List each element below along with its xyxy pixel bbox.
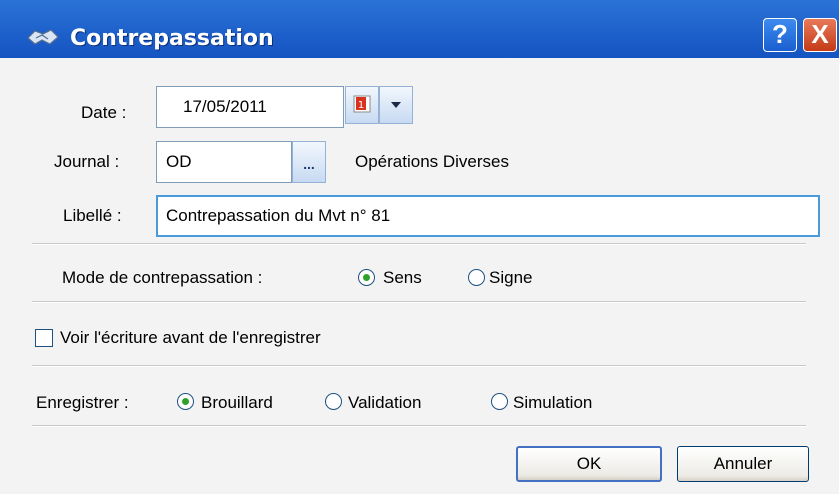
help-button[interactable]: ? [763, 18, 797, 52]
date-field[interactable]: 17/05/2011 [156, 86, 344, 128]
validation-label[interactable]: Validation [348, 393, 421, 413]
preview-checkbox[interactable] [35, 329, 53, 347]
validation-radio[interactable] [325, 393, 342, 410]
preview-label[interactable]: Voir l'écriture avant de l'enregistrer [60, 328, 321, 348]
calendar-icon: 1 [351, 95, 373, 119]
journal-browse-button[interactable]: ... [292, 141, 326, 183]
simulation-label[interactable]: Simulation [513, 393, 592, 413]
mode-signe-radio[interactable] [468, 269, 485, 286]
enregistrer-label: Enregistrer : [36, 393, 129, 412]
date-label: Date : [81, 103, 127, 122]
brouillard-radio[interactable] [177, 393, 194, 410]
mode-label: Mode de contrepassation : [62, 268, 263, 287]
svg-text:1: 1 [358, 100, 364, 111]
divider [32, 301, 806, 303]
libelle-input[interactable]: Contrepassation du Mvt n° 81 [156, 195, 820, 237]
calendar-button[interactable]: 1 [345, 86, 379, 124]
brouillard-label[interactable]: Brouillard [201, 393, 273, 413]
simulation-radio[interactable] [491, 393, 508, 410]
mode-signe-label[interactable]: Signe [489, 268, 532, 288]
libelle-label: Libellé : [63, 206, 122, 225]
handshake-icon [26, 26, 60, 48]
journal-field[interactable]: OD [156, 141, 292, 183]
window-title: Contrepassation [70, 26, 274, 51]
mode-sens-radio[interactable] [358, 269, 375, 286]
journal-description: Opérations Diverses [355, 152, 510, 171]
cancel-button[interactable]: Annuler [677, 446, 809, 482]
divider [32, 243, 806, 245]
journal-label: Journal : [54, 152, 120, 171]
chevron-down-icon [390, 96, 402, 113]
divider [32, 365, 806, 367]
date-dropdown-button[interactable] [379, 86, 413, 124]
close-button[interactable]: X [803, 18, 837, 52]
divider [32, 425, 806, 427]
mode-sens-label[interactable]: Sens [383, 268, 422, 288]
ok-button[interactable]: OK [516, 446, 662, 482]
